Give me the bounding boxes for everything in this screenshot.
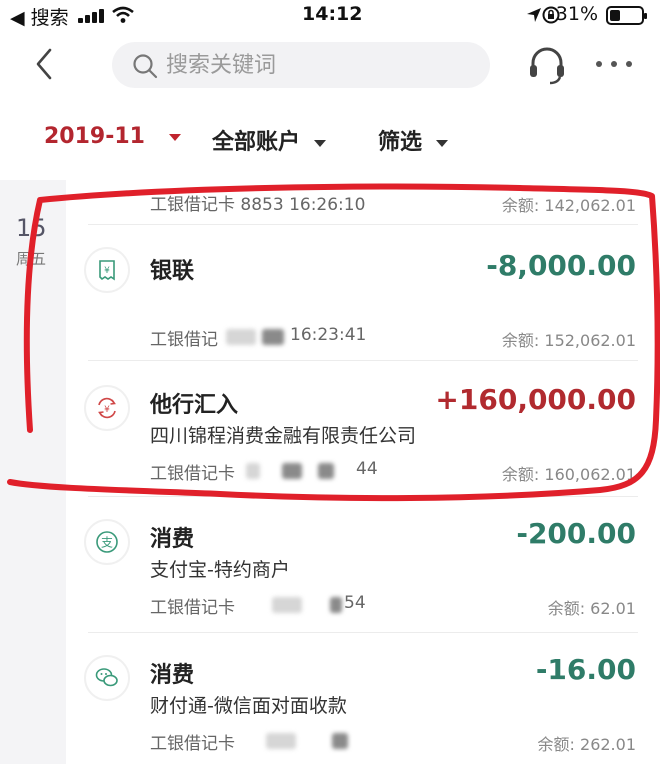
redaction-blur xyxy=(282,463,302,479)
receipt-yen-icon: ¥ xyxy=(84,247,130,293)
transaction-amount: -16.00 xyxy=(535,653,636,686)
transaction-amount: -200.00 xyxy=(516,517,636,550)
redaction-blur xyxy=(272,597,302,613)
day-weekday: 周五 xyxy=(16,250,47,268)
transfer-yen-icon: ¥ xyxy=(84,385,130,431)
transaction-subtitle: 财付通-微信面对面收款 xyxy=(150,695,347,717)
svg-text:支: 支 xyxy=(101,536,113,550)
card-time: 16:23:41 xyxy=(290,325,367,345)
balance: 余额: 152,062.01 xyxy=(501,331,636,350)
date-column: 15 周五 xyxy=(0,180,66,764)
redaction-blur xyxy=(332,733,348,749)
back-chevron-icon[interactable] xyxy=(30,46,60,82)
cellular-signal-icon xyxy=(78,9,108,23)
search-input[interactable] xyxy=(166,48,466,82)
search-box[interactable] xyxy=(112,42,490,88)
card-tail: 54 xyxy=(344,593,366,613)
card-info: 工银借记 xyxy=(150,330,218,350)
redaction-blur xyxy=(266,733,296,749)
dropdown-triangle-icon xyxy=(436,139,449,147)
more-options-icon[interactable] xyxy=(594,58,634,70)
dropdown-triangle-icon xyxy=(168,133,181,141)
redaction-blur xyxy=(330,597,342,613)
transaction-subtitle: 四川锦程消费金融有限责任公司 xyxy=(150,425,417,447)
customer-service-headset-icon[interactable] xyxy=(526,44,568,86)
account-filter-dropdown[interactable]: 全部账户 xyxy=(212,124,327,156)
card-info: 工银借记卡 8853 16:26:10 xyxy=(150,195,366,215)
nav-bar xyxy=(0,32,660,100)
redaction-blur xyxy=(318,463,334,479)
transaction-row[interactable]: ¥ 他行汇入 四川锦程消费金融有限责任公司 +160,000.00 工银借记卡 … xyxy=(66,361,660,495)
card-info: 工银借记卡 xyxy=(150,734,235,754)
redaction-blur xyxy=(262,329,284,345)
transaction-amount: +160,000.00 xyxy=(435,383,636,416)
battery-percent: 31% xyxy=(555,3,598,25)
transaction-subtitle: 支付宝-特约商户 xyxy=(150,559,290,581)
month-filter-dropdown[interactable]: 2019-11 xyxy=(44,124,181,149)
filter-bar: 2019-11 全部账户 筛选 xyxy=(0,100,660,180)
card-info: 工银借记卡 xyxy=(150,598,235,618)
card-tail: 44 xyxy=(356,459,378,479)
location-arrow-icon xyxy=(527,8,541,22)
svg-text:¥: ¥ xyxy=(104,266,110,276)
account-filter-label: 全部账户 xyxy=(212,130,301,155)
redaction-blur xyxy=(226,329,256,345)
transaction-amount: -8,000.00 xyxy=(486,249,636,282)
transaction-title: 消费 xyxy=(150,663,195,688)
alipay-icon: 支 xyxy=(84,519,130,565)
balance: 余额: 160,062.01 xyxy=(501,465,636,484)
transaction-row[interactable]: 消费 财付通-微信面对面收款 -16.00 工银借记卡 余额: 262.01 xyxy=(66,633,660,764)
dropdown-triangle-icon xyxy=(314,139,327,147)
clock: 14:12 xyxy=(302,3,363,25)
wifi-icon xyxy=(112,6,134,23)
balance: 余额: 142,062.01 xyxy=(501,196,636,215)
screen-filter-label: 筛选 xyxy=(378,130,423,155)
transaction-title: 他行汇入 xyxy=(150,393,239,418)
status-bar: ◀ 搜索 14:12 31% xyxy=(0,0,660,32)
svg-text:¥: ¥ xyxy=(104,405,110,415)
transaction-row[interactable]: ¥ 银联 -8,000.00 工银借记 16:23:41 余额: 152,062… xyxy=(66,225,660,359)
month-filter-label: 2019-11 xyxy=(44,124,145,149)
wechat-icon xyxy=(84,655,130,701)
transaction-title: 银联 xyxy=(150,259,195,284)
battery-icon xyxy=(606,6,647,25)
transaction-list: 工银借记卡 8853 16:26:10 余额: 142,062.01 ¥ 银联 … xyxy=(66,180,660,764)
day-number: 15 xyxy=(16,214,47,242)
transaction-row[interactable]: 工银借记卡 8853 16:26:10 余额: 142,062.01 xyxy=(66,180,660,224)
transaction-row[interactable]: 支 消费 支付宝-特约商户 -200.00 工银借记卡 54 余额: 62.01 xyxy=(66,497,660,631)
balance: 余额: 262.01 xyxy=(537,735,636,754)
search-icon xyxy=(133,54,158,79)
transaction-title: 消费 xyxy=(150,527,195,552)
card-info: 工银借记卡 xyxy=(150,464,235,484)
balance: 余额: 62.01 xyxy=(547,599,636,618)
redaction-blur xyxy=(246,463,260,479)
back-to-search-link[interactable]: ◀ 搜索 xyxy=(10,3,69,30)
screen-filter-dropdown[interactable]: 筛选 xyxy=(378,124,449,156)
